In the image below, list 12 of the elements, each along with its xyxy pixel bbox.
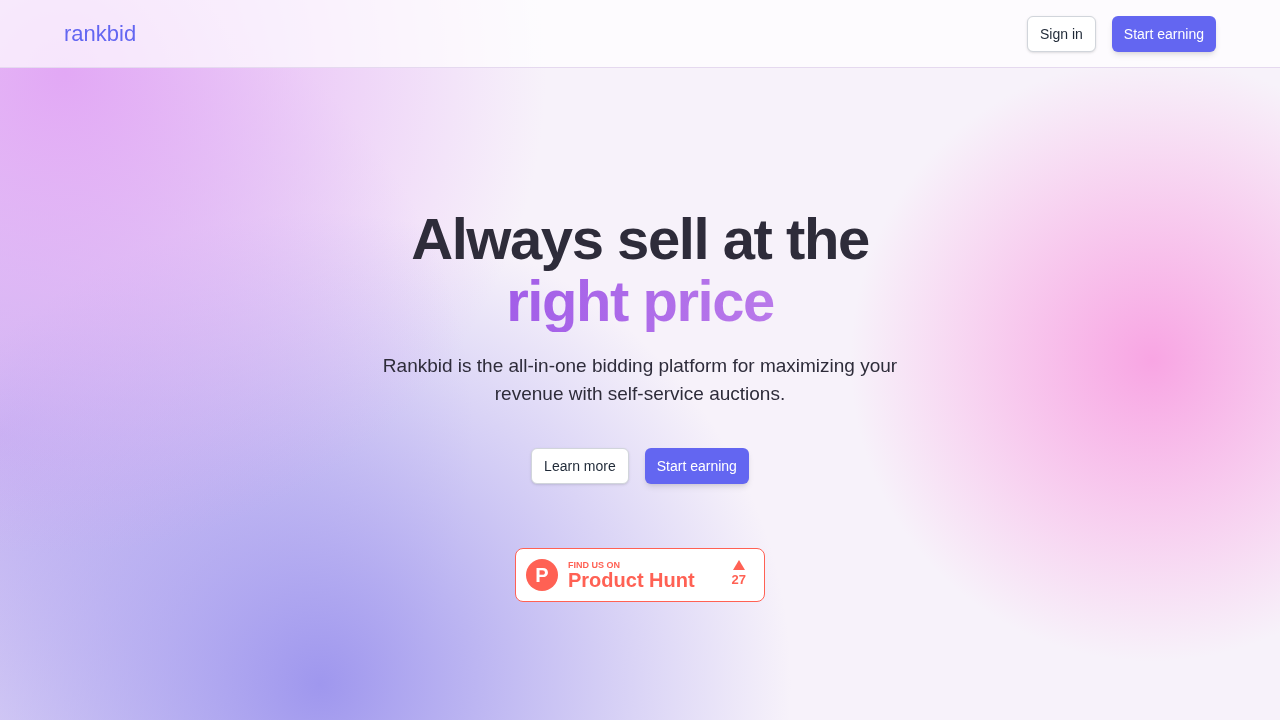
- upvote-triangle-icon: [732, 560, 745, 571]
- hero-title: Always sell at the: [411, 208, 869, 270]
- start-earning-button[interactable]: Start earning: [1111, 15, 1216, 52]
- logo[interactable]: rankbid: [64, 17, 137, 50]
- badge-title: Product Hunt: [568, 569, 695, 590]
- hero-subtitle: Rankbid is the all-in-one bidding platform for maximizing your revenue with self-service auctions.: [381, 354, 899, 406]
- start-earning-button[interactable]: Start earning: [644, 448, 749, 484]
- secondary-button[interactable]: Learn more: [531, 448, 629, 484]
- badge-kicker: FIND US ON: [568, 560, 621, 570]
- secondary-button[interactable]: Sign in: [1027, 15, 1096, 52]
- product-hunt-logo: P: [526, 559, 558, 591]
- upvote-count: 27: [731, 571, 746, 590]
